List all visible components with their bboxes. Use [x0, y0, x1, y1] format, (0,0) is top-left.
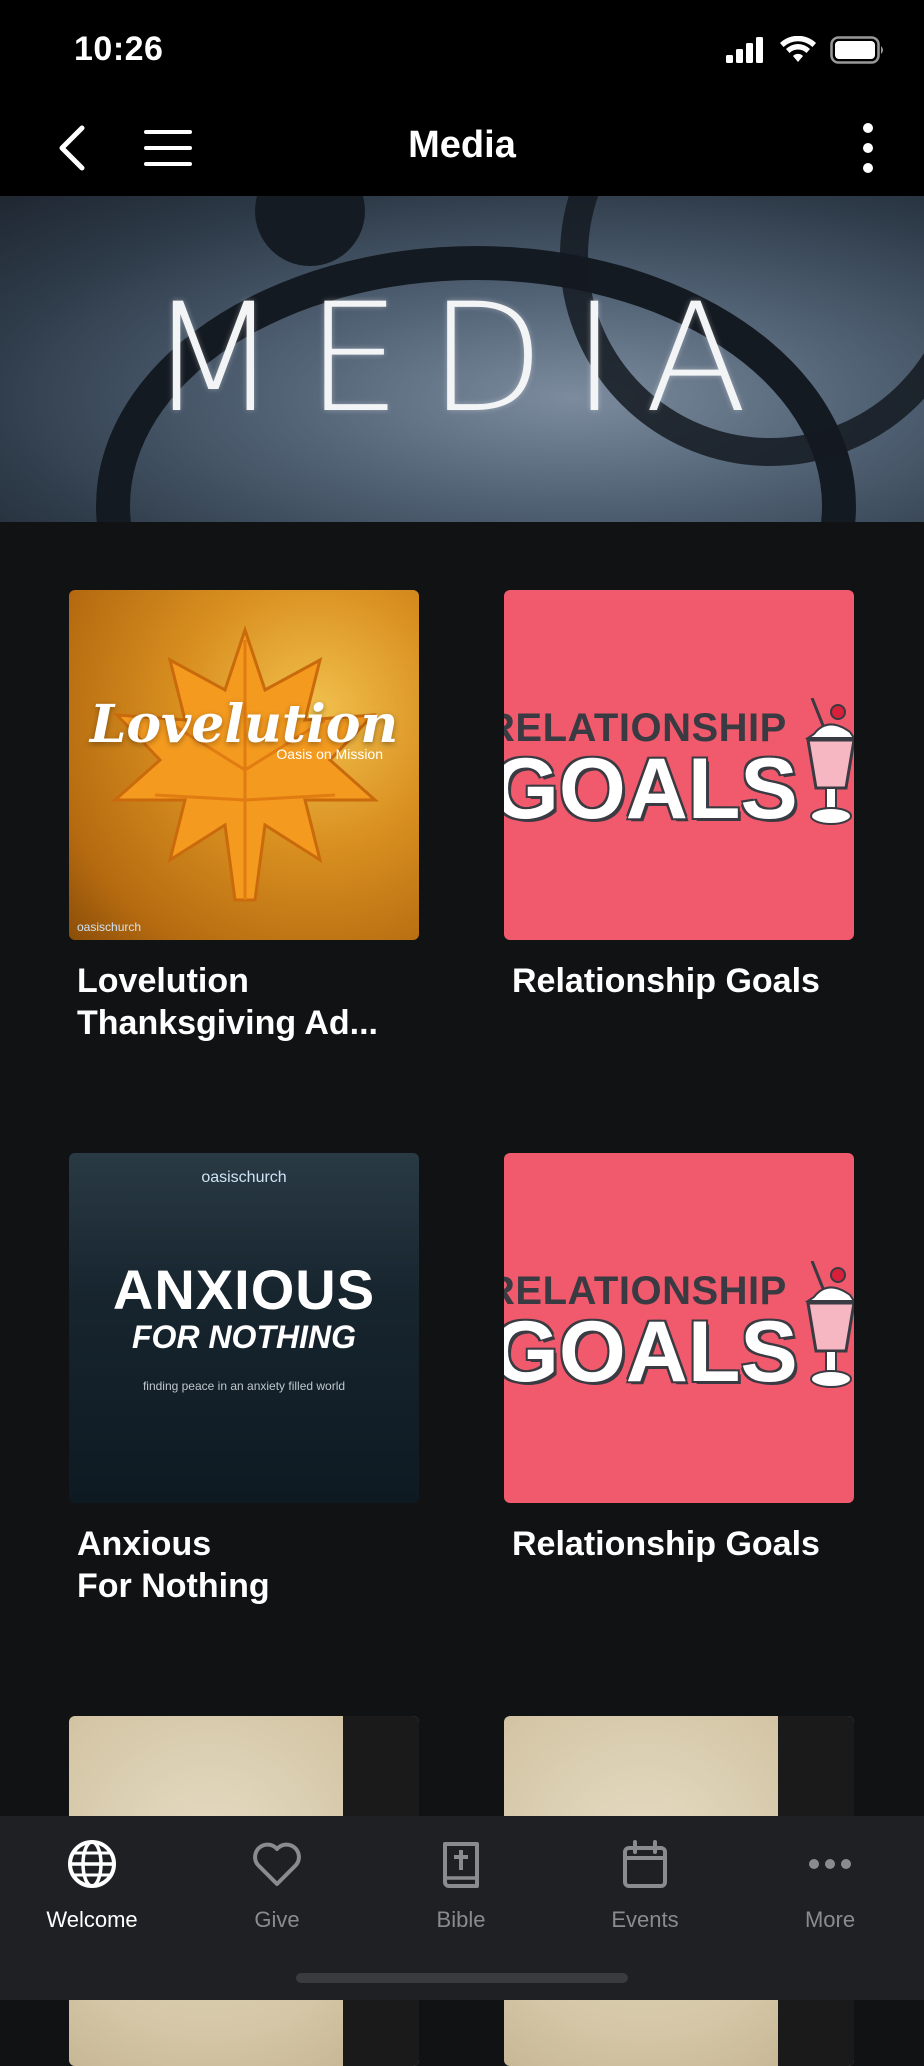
battery-icon [830, 36, 883, 64]
status-bar: 10:26 [0, 0, 924, 100]
tab-label: More [804, 1907, 856, 1932]
tab-give[interactable]: Give [202, 1836, 352, 1933]
calendar-icon [623, 1840, 667, 1888]
milkshake-image [804, 698, 854, 825]
bible-icon [443, 1842, 479, 1888]
media-thumbnail[interactable]: oasischurch ANXIOUS FOR NOTHING finding … [69, 1153, 419, 1503]
media-item-title-line: Thanksgiving Ad... [77, 1004, 378, 1042]
hero-decor-knob [255, 196, 365, 266]
more-icon [809, 1859, 851, 1869]
media-item-title-line: Anxious [77, 1525, 212, 1563]
media-item-title-line: Lovelution [77, 962, 249, 1000]
media-thumbnail[interactable]: Lovelution Oasis on Mission oasischurch [69, 590, 419, 940]
heart-icon [253, 1842, 301, 1886]
media-item-lovelution[interactable]: Lovelution Oasis on Mission oasischurch … [69, 590, 419, 1044]
page-title: Media [408, 124, 516, 166]
media-item-anxious-for-nothing[interactable]: oasischurch ANXIOUS FOR NOTHING finding … [69, 1153, 419, 1607]
tab-label: Welcome [46, 1907, 138, 1932]
more-vertical-icon[interactable] [858, 120, 878, 176]
media-item-title[interactable]: Relationship Goals [504, 1523, 854, 1565]
art-line-2: GOALS [504, 741, 798, 837]
tab-more[interactable]: More [755, 1836, 905, 1933]
art-line-2: GOALS [504, 1304, 798, 1400]
art-brand: oasischurch [201, 1169, 287, 1186]
art-subtitle: Oasis on Mission [276, 746, 383, 762]
signal-icon [726, 37, 763, 63]
art-title: ANXIOUS [112, 1258, 376, 1321]
art-brand: oasischurch [77, 920, 142, 934]
hero-title: MEDIA [148, 272, 776, 446]
wifi-icon [780, 36, 816, 62]
tab-label: Events [611, 1907, 679, 1932]
art-subtitle: FOR NOTHING [132, 1319, 356, 1355]
media-item-relationship-goals-2[interactable]: RELATIONSHIP GOALS Relationship Goals [504, 1153, 854, 1565]
media-item-title-line: For Nothing [77, 1567, 270, 1605]
tab-label: Bible [436, 1907, 486, 1932]
home-indicator [296, 1973, 628, 1983]
maple-leaf-image [111, 625, 379, 902]
tab-label: Give [254, 1907, 300, 1932]
status-icons [726, 36, 886, 64]
globe-icon [68, 1840, 116, 1888]
tab-welcome[interactable]: Welcome [17, 1836, 167, 1933]
status-time: 10:26 [74, 30, 164, 68]
hero-banner: MEDIA [0, 196, 924, 522]
media-item-title[interactable]: Anxious For Nothing [69, 1523, 419, 1607]
media-item-title[interactable]: Relationship Goals [504, 960, 854, 1002]
art-tagline: finding peace in an anxiety filled world [142, 1379, 346, 1393]
tab-events[interactable]: Events [570, 1836, 720, 1933]
media-item-title[interactable]: Lovelution Thanksgiving Ad... [69, 960, 419, 1044]
nav-bar: Media [0, 100, 924, 196]
media-item-relationship-goals[interactable]: RELATIONSHIP GOALS Relationship Goals [504, 590, 854, 1002]
milkshake-image [804, 1261, 854, 1388]
media-thumbnail[interactable]: RELATIONSHIP GOALS [504, 1153, 854, 1503]
tab-bible[interactable]: Bible [386, 1836, 536, 1933]
media-thumbnail[interactable]: RELATIONSHIP GOALS [504, 590, 854, 940]
